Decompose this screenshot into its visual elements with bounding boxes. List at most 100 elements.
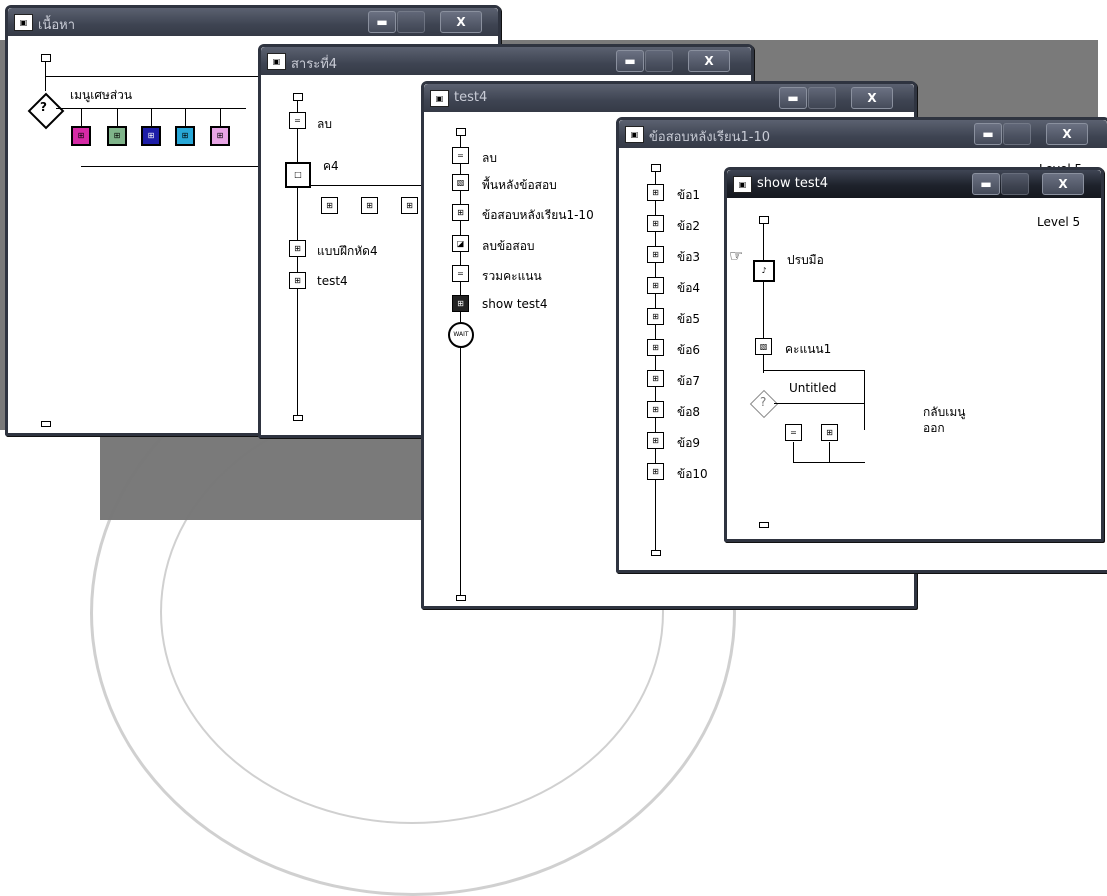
flow-item-label: ลบ <box>482 151 497 165</box>
display-icon[interactable]: ▧ <box>755 338 772 355</box>
close-button[interactable]: X <box>1042 173 1084 195</box>
map-icon[interactable]: ⊞ <box>452 204 469 221</box>
branch-drop <box>185 108 186 126</box>
wait-icon[interactable]: WAIT <box>448 322 474 348</box>
map-icon[interactable]: ⊞ <box>647 184 664 201</box>
minimize-button[interactable]: ▬ <box>616 50 644 72</box>
map-icon[interactable]: ⊞ <box>647 432 664 449</box>
decision-question: ? <box>760 395 767 409</box>
app-icon: ▣ <box>267 53 286 70</box>
minimize-button[interactable]: ▬ <box>368 11 396 33</box>
flow-item-label: show test4 <box>482 297 548 311</box>
framework-branch <box>311 185 421 186</box>
map-icon[interactable]: ⊞ <box>647 370 664 387</box>
map-icon[interactable]: ⊞ <box>289 272 306 289</box>
loop-line <box>864 370 865 430</box>
titlebar[interactable]: ▣ เนื้อหา ▬ X <box>8 8 498 36</box>
titlebar[interactable]: ▣ test4 ▬ X <box>424 84 914 112</box>
flow-item-label: รวมคะแนน <box>482 269 542 283</box>
map-icon[interactable]: ⊞ <box>321 197 338 214</box>
app-icon: ▣ <box>625 126 644 143</box>
branch-return <box>829 442 830 462</box>
map-icon[interactable]: ⊞ <box>647 277 664 294</box>
map-icon-pink[interactable]: ⊞ <box>71 126 91 146</box>
loop-line <box>763 370 865 371</box>
titlebar[interactable]: ▣ ข้อสอบหลังเรียน1-10 ▬ X <box>619 120 1107 148</box>
map-icon[interactable]: ⊞ <box>361 197 378 214</box>
map-icon[interactable]: ⊞ <box>401 197 418 214</box>
flow-end-icon <box>293 415 303 421</box>
map-icon[interactable]: ⊞ <box>289 240 306 257</box>
maximize-button[interactable] <box>397 11 425 33</box>
calculation-icon[interactable]: = <box>785 424 802 441</box>
map-icon-dark[interactable]: ⊞ <box>452 295 469 312</box>
window-title: show test4 <box>757 176 828 191</box>
branch-return <box>793 442 794 462</box>
level-label: Level 5 <box>1037 215 1081 229</box>
maximize-button[interactable] <box>1001 173 1029 195</box>
display-icon[interactable]: ▧ <box>452 174 469 191</box>
map-icon[interactable]: ⊞ <box>647 339 664 356</box>
close-button[interactable]: X <box>688 50 730 72</box>
map-icon[interactable]: ⊞ <box>647 246 664 263</box>
return-line <box>793 462 865 463</box>
flow-item-label: ข้อ7 <box>677 374 701 388</box>
titlebar[interactable]: ▣ show test4 ▬ X <box>727 170 1101 198</box>
map-icon[interactable]: ⊞ <box>821 424 838 441</box>
flowline <box>297 100 298 415</box>
maximize-button[interactable] <box>645 50 673 72</box>
app-icon: ▣ <box>733 176 752 193</box>
flow-item-label: ข้อ8 <box>677 405 701 419</box>
flow-item-label: ปรบมือ <box>787 253 824 267</box>
maximize-button[interactable] <box>1003 123 1031 145</box>
flowline-canvas[interactable]: Level 5 ☞ ♪ ปรบมือ ▧ คะแนน1 Untitled ? =… <box>727 198 1101 539</box>
flow-item-label: ข้อ5 <box>677 312 701 326</box>
erase-icon[interactable]: = <box>452 147 469 164</box>
flow-item-label: Untitled <box>789 381 837 395</box>
close-button[interactable]: X <box>851 87 893 109</box>
minimize-button[interactable]: ▬ <box>779 87 807 109</box>
map-icon-green[interactable]: ⊞ <box>107 126 127 146</box>
side-label-exit: ออก <box>923 421 945 435</box>
map-icon[interactable]: ⊞ <box>647 308 664 325</box>
close-button[interactable]: X <box>1046 123 1088 145</box>
branch-drop <box>117 108 118 126</box>
flow-item-label: ค4 <box>323 159 339 173</box>
minimize-button[interactable]: ▬ <box>972 173 1000 195</box>
flow-end-icon <box>41 421 51 427</box>
flow-item-label: ข้อ4 <box>677 281 701 295</box>
sound-icon[interactable]: ♪ <box>753 260 775 282</box>
flow-item-label: ข้อ6 <box>677 343 701 357</box>
eraser-icon[interactable]: ◪ <box>452 235 469 252</box>
window-title: เนื้อหา <box>38 18 76 33</box>
close-button[interactable]: X <box>440 11 482 33</box>
maximize-button[interactable] <box>808 87 836 109</box>
map-icon[interactable]: ⊞ <box>647 401 664 418</box>
flow-end-icon <box>456 595 466 601</box>
window-title: สาระที่4 <box>291 57 338 72</box>
window-show-test4[interactable]: ▣ show test4 ▬ X Level 5 ☞ ♪ ปรบมือ ▧ คะ… <box>724 167 1104 542</box>
flow-end-icon <box>651 550 661 556</box>
flow-item-label: ข้อ10 <box>677 467 708 481</box>
pointer-hand-icon: ☞ <box>729 246 744 265</box>
flow-item-label: พื้นหลังข้อสอบ <box>482 178 557 192</box>
framework-icon[interactable]: □ <box>285 162 311 188</box>
flow-item-label: test4 <box>317 274 348 288</box>
map-icon[interactable]: ⊞ <box>647 215 664 232</box>
branch-drop <box>151 108 152 126</box>
window-title: ข้อสอบหลังเรียน1-10 <box>649 130 771 145</box>
calculation-icon[interactable]: = <box>452 265 469 282</box>
flow-item-label: ลบ <box>317 117 332 131</box>
flow-start-icon <box>293 93 303 101</box>
flow-item-label: ข้อ2 <box>677 219 701 233</box>
titlebar[interactable]: ▣ สาระที่4 ▬ X <box>261 47 751 75</box>
map-icon-navy[interactable]: ⊞ <box>141 126 161 146</box>
erase-icon[interactable]: = <box>289 112 306 129</box>
map-icon[interactable]: ⊞ <box>647 463 664 480</box>
desktop-lower-area <box>0 430 100 605</box>
branch-drop <box>81 108 82 126</box>
window-title: test4 <box>454 90 488 105</box>
map-icon-cyan[interactable]: ⊞ <box>175 126 195 146</box>
minimize-button[interactable]: ▬ <box>974 123 1002 145</box>
map-icon-lilac[interactable]: ⊞ <box>210 126 230 146</box>
